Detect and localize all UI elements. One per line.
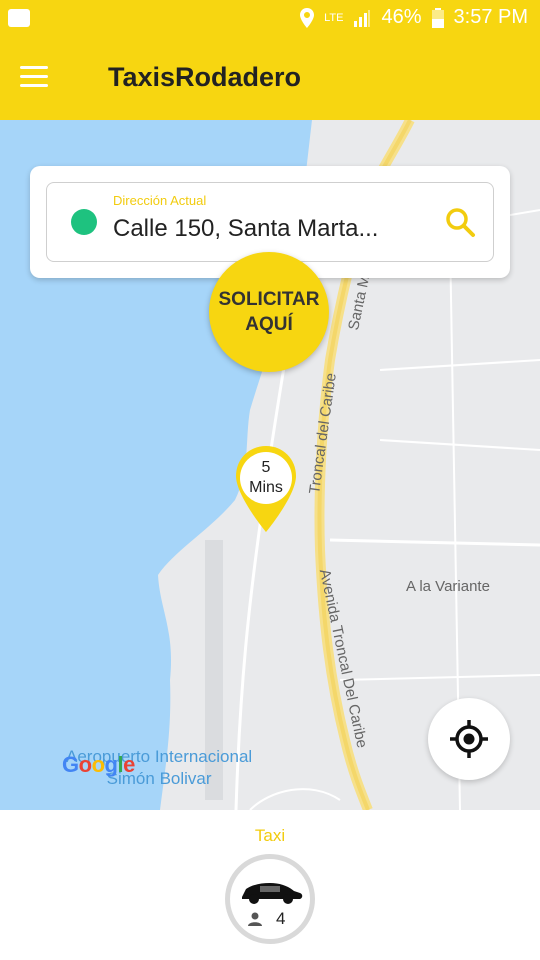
google-logo: Google (62, 752, 135, 777)
status-bar: LTE 46% 3:57 PM (0, 0, 540, 38)
menu-icon[interactable] (20, 66, 50, 90)
app-bar: TaxisRodadero (0, 38, 540, 120)
request-line2: AQUÍ (245, 314, 293, 335)
signal-icon (354, 9, 371, 27)
taxi-option[interactable]: 4 (225, 854, 315, 944)
current-location-dot (71, 209, 97, 235)
seat-info: 4 (248, 909, 285, 929)
car-icon (242, 883, 303, 904)
search-icon[interactable] (443, 205, 477, 239)
status-icons: LTE 46% 3:57 PM (300, 6, 528, 29)
clock: 3:57 PM (453, 6, 528, 28)
location-icon (300, 7, 315, 28)
address-input[interactable]: Dirección Actual Calle 150, Santa Marta.… (46, 182, 494, 262)
vehicle-panel: Taxi 4 (0, 810, 540, 960)
seat-count: 4 (276, 909, 286, 928)
notification-icon (8, 9, 30, 27)
request-here-button[interactable]: SOLICITAR AQUÍ (209, 252, 329, 372)
map-label-variante: A la Variante (406, 578, 490, 595)
request-line1: SOLICITAR (218, 289, 320, 310)
crosshair-icon (450, 720, 488, 758)
address-value: Calle 150, Santa Marta... (113, 215, 379, 242)
network-type: LTE (324, 11, 344, 24)
vehicle-type-label: Taxi (254, 826, 286, 845)
app-title: TaxisRodadero (108, 62, 302, 92)
battery-icon (431, 7, 444, 28)
person-icon (248, 912, 262, 926)
my-location-button[interactable] (428, 698, 510, 780)
eta-label: 5 Mins (249, 459, 283, 496)
address-label: Dirección Actual (113, 193, 207, 208)
battery-percent: 46% (381, 6, 422, 28)
